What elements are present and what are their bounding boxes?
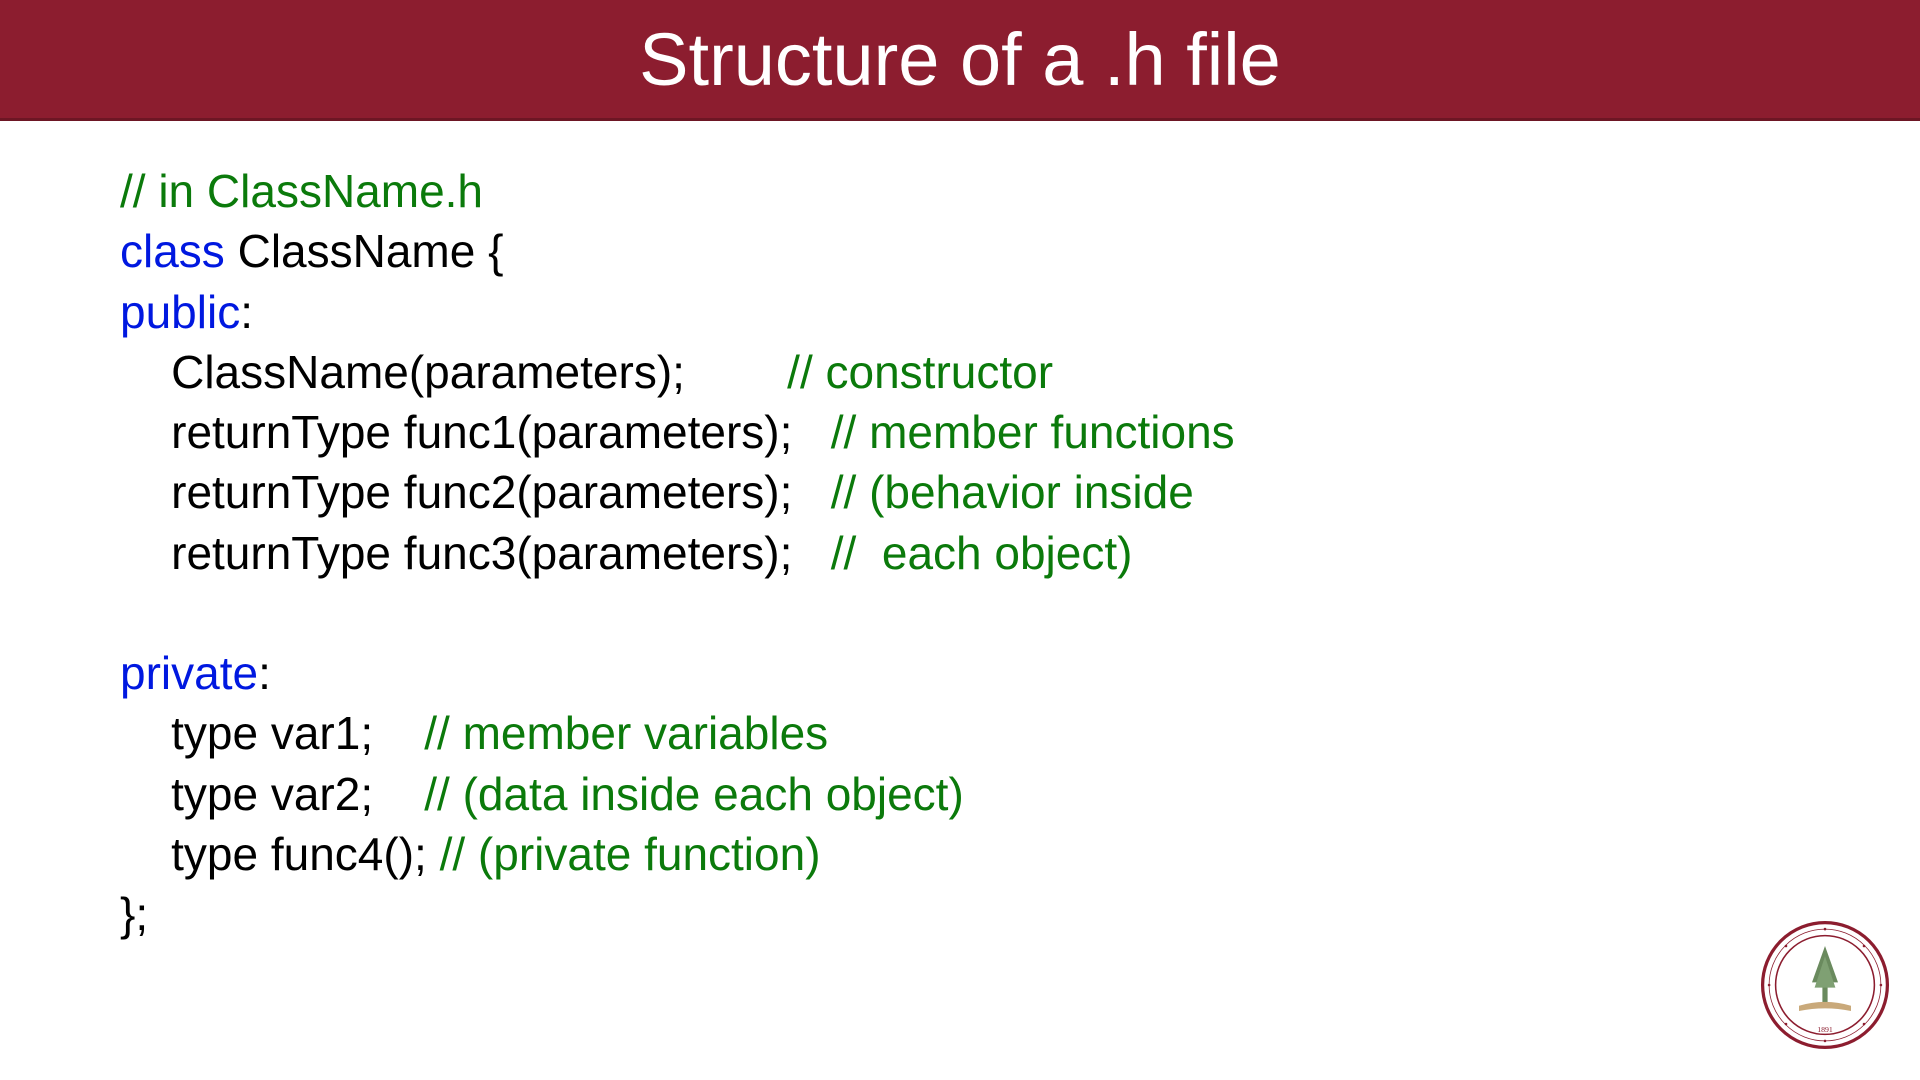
keyword-class: class [120, 225, 225, 277]
func4-decl: type func4(); [120, 828, 440, 880]
comment-filename: // in ClassName.h [120, 165, 483, 217]
slide-title-text: Structure of a .h file [639, 17, 1281, 102]
keyword-private: private [120, 647, 258, 699]
func2-decl: returnType func2(parameters); [120, 466, 831, 518]
slide-title: Structure of a .h file [0, 0, 1920, 121]
comment-each-object: // each object) [831, 527, 1133, 579]
var1-decl: type var1; [120, 707, 424, 759]
func3-decl: returnType func3(parameters); [120, 527, 831, 579]
func1-decl: returnType func1(parameters); [120, 406, 831, 458]
comment-member-functions: // member functions [831, 406, 1235, 458]
code-listing: // in ClassName.h class ClassName { publ… [120, 161, 1920, 944]
private-colon: : [258, 647, 271, 699]
comment-behavior-inside: // (behavior inside [831, 466, 1194, 518]
var2-decl: type var2; [120, 768, 424, 820]
keyword-public: public [120, 286, 240, 338]
constructor-decl: ClassName(parameters); [120, 346, 787, 398]
stanford-seal-icon: 1891 [1760, 920, 1890, 1050]
code-block: // in ClassName.h class ClassName { publ… [0, 121, 1920, 944]
comment-private-function: // (private function) [440, 828, 821, 880]
public-colon: : [240, 286, 253, 338]
comment-data-inside: // (data inside each object) [424, 768, 964, 820]
comment-constructor: // constructor [787, 346, 1053, 398]
svg-text:1891: 1891 [1817, 1025, 1833, 1034]
comment-member-variables: // member variables [424, 707, 828, 759]
class-close: }; [120, 888, 148, 940]
class-decl: ClassName { [225, 225, 504, 277]
